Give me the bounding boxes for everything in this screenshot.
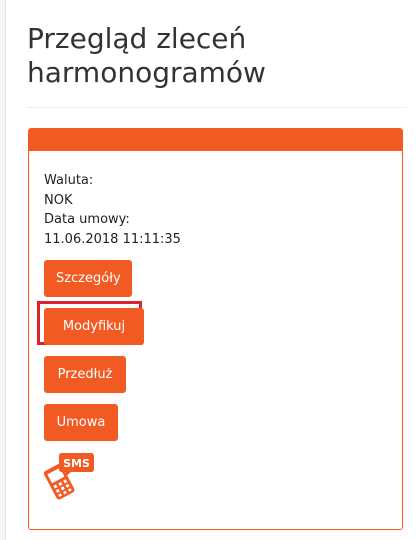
contract-button[interactable]: Umowa [44, 404, 118, 441]
currency-label: Waluta: [44, 173, 94, 188]
contract-date-value: 11.06.2018 11:11:35 [44, 231, 181, 247]
modify-button[interactable]: Modyfikuj [44, 308, 144, 345]
contract-date-label: Data umowy: [44, 212, 130, 227]
title-divider [27, 107, 407, 108]
sms-phone-icon[interactable]: SMS [43, 451, 95, 501]
page-panel: Przegląd zleceń harmonogramów Waluta: NO… [5, 0, 418, 540]
order-info: Waluta: NOK Data umowy: 11.06.2018 11:11… [44, 171, 181, 249]
page-title: Przegląd zleceń harmonogramów [27, 22, 266, 89]
card-header-bar [29, 129, 402, 151]
extend-button[interactable]: Przedłuż [44, 356, 126, 393]
details-button[interactable]: Szczegóły [44, 260, 132, 297]
sms-label: SMS [63, 457, 90, 470]
currency-value: NOK [44, 192, 73, 208]
schedule-order-card: Waluta: NOK Data umowy: 11.06.2018 11:11… [28, 128, 403, 530]
